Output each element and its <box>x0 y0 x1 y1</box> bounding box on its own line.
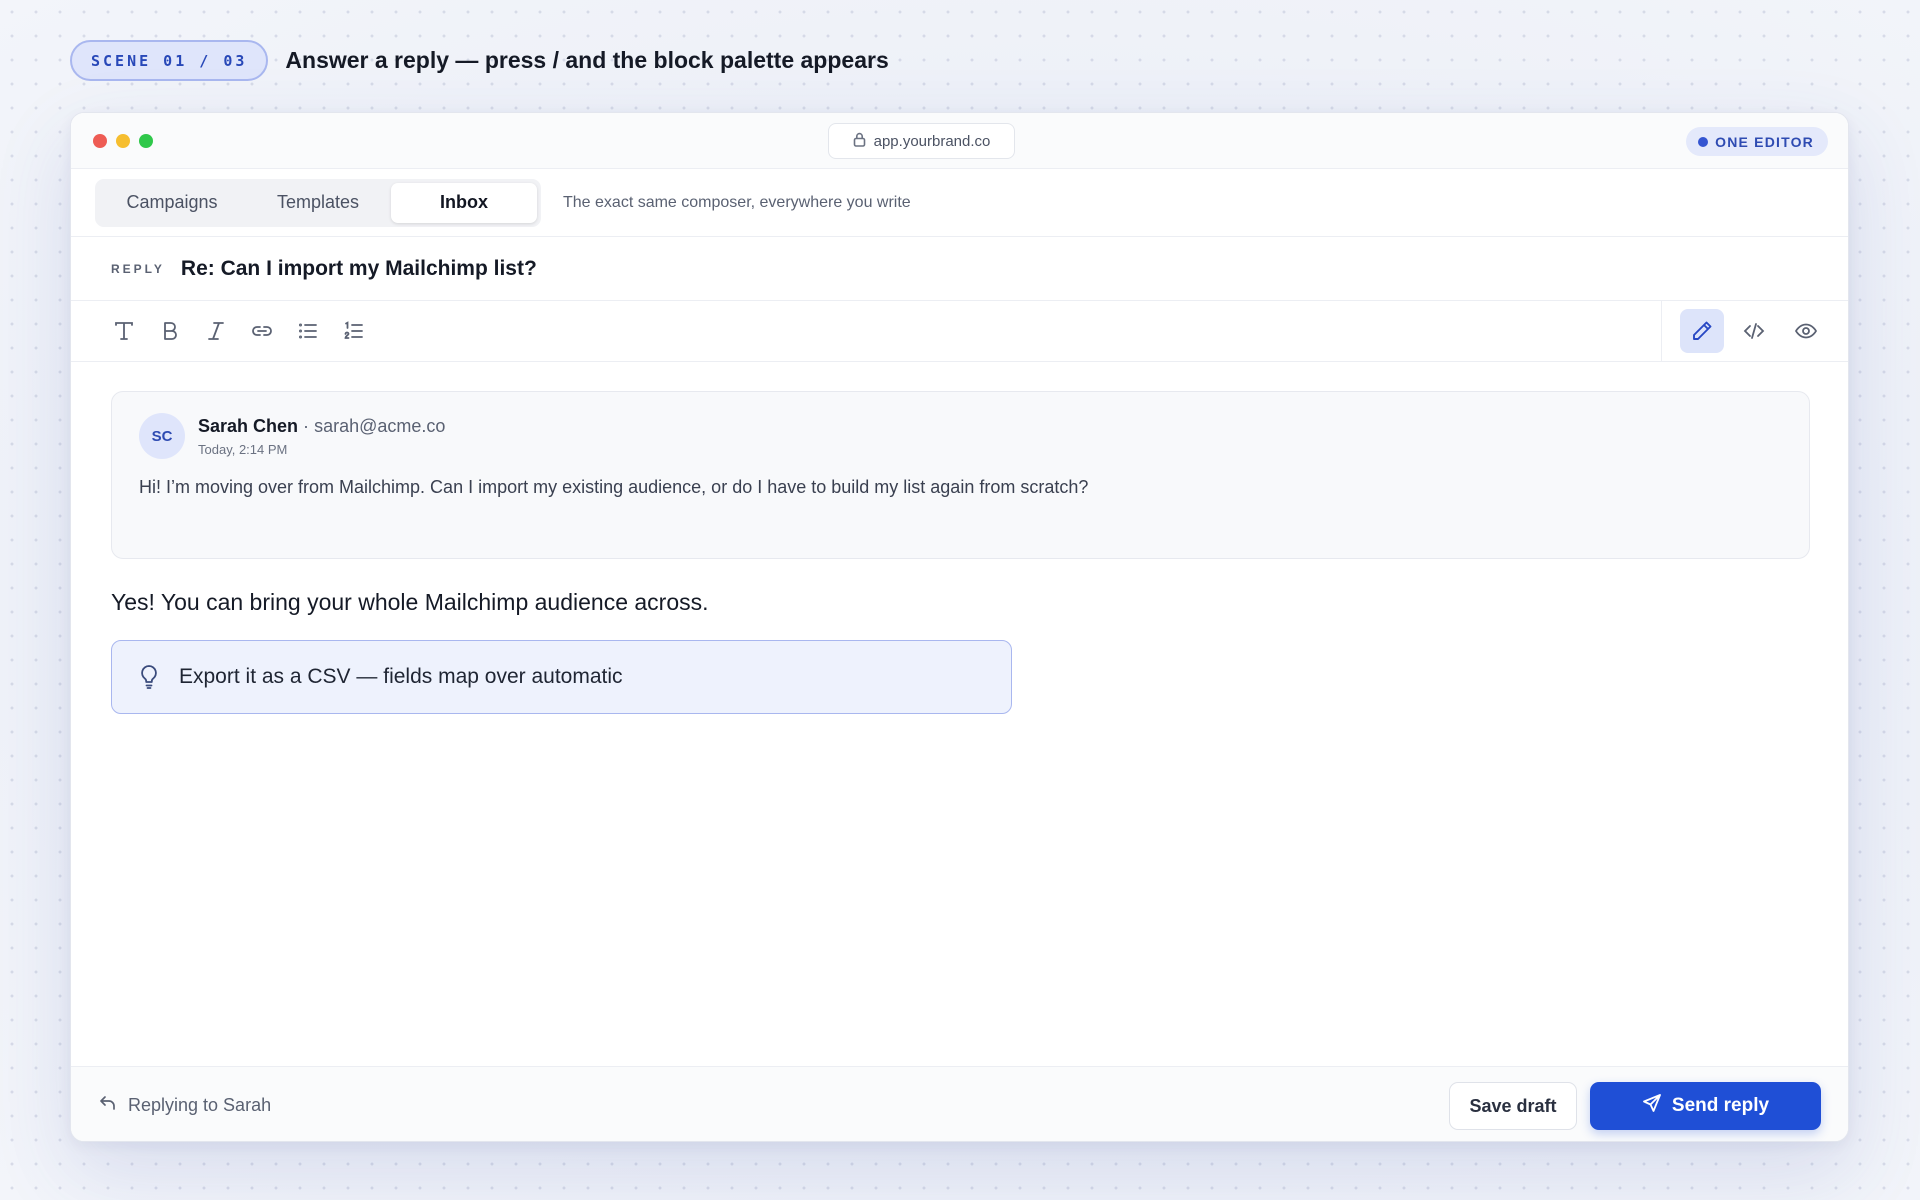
subject-line[interactable]: Re: Can I import my Mailchimp list? <box>181 257 537 281</box>
format-tools <box>108 315 370 347</box>
close-window-button[interactable] <box>93 134 107 148</box>
text-icon[interactable] <box>108 315 140 347</box>
sender-name: Sarah Chen <box>198 416 299 436</box>
code-icon[interactable] <box>1732 309 1776 353</box>
send-reply-button[interactable]: Send reply <box>1590 1082 1821 1130</box>
message-timestamp: Today, 2:14 PM <box>198 442 288 457</box>
url-text: app.yourbrand.co <box>873 132 991 150</box>
one-editor-badge: ONE EDITOR <box>1686 127 1828 156</box>
numbered-list-icon[interactable] <box>338 315 370 347</box>
address-bar[interactable]: app.yourbrand.co <box>828 123 1015 159</box>
tab-inbox[interactable]: Inbox <box>391 182 537 223</box>
scene-title: Answer a reply — press / and the block p… <box>285 47 889 73</box>
link-icon[interactable] <box>246 315 278 347</box>
bold-icon[interactable] <box>154 315 186 347</box>
scene-header: SCENE 01 / 03 Answer a reply — press / a… <box>70 40 889 81</box>
reply-label: REPLY <box>111 261 165 276</box>
sender-line: Sarah Chen · sarah@acme.co <box>198 416 445 437</box>
maximize-window-button[interactable] <box>139 134 153 148</box>
editor-mode-switcher <box>1661 301 1848 361</box>
subject-row: REPLY Re: Can I import my Mailchimp list… <box>71 237 1848 301</box>
lock-icon <box>853 132 866 151</box>
replying-to-text: Replying to Sarah <box>128 1095 272 1115</box>
window-controls <box>93 134 153 148</box>
sender-email: sarah@acme.co <box>314 416 446 436</box>
lightbulb-icon <box>138 664 160 690</box>
tip-callout-block[interactable]: Export it as a CSV — fields map over aut… <box>111 640 1012 714</box>
tabs-caption: The exact same composer, everywhere you … <box>563 193 911 211</box>
send-label: Send reply <box>1671 1095 1770 1116</box>
callout-text: Export it as a CSV — fields map over aut… <box>179 665 623 688</box>
reply-paragraph[interactable]: Yes! You can bring your whole Mailchimp … <box>111 589 709 616</box>
reply-arrow-icon <box>99 1094 117 1117</box>
replying-indicator: Replying to Sarah <box>99 1094 271 1117</box>
app-window: app.yourbrand.co ONE EDITOR Campaigns Te… <box>70 112 1849 1142</box>
formatting-toolbar <box>71 301 1848 362</box>
tabs-row: Campaigns Templates Inbox The exact same… <box>71 169 1848 237</box>
tab-group: Campaigns Templates Inbox <box>95 178 541 227</box>
window-titlebar: app.yourbrand.co ONE EDITOR <box>71 113 1848 169</box>
eye-icon[interactable] <box>1784 309 1828 353</box>
badge-dot-icon <box>1698 136 1709 147</box>
tab-templates[interactable]: Templates <box>245 183 391 223</box>
send-icon <box>1642 1093 1662 1119</box>
message-body: Hi! I’m moving over from Mailchimp. Can … <box>139 477 1089 497</box>
save-draft-button[interactable]: Save draft <box>1449 1082 1577 1130</box>
minimize-window-button[interactable] <box>116 134 130 148</box>
bullet-list-icon[interactable] <box>292 315 324 347</box>
avatar: SC <box>139 413 185 459</box>
quoted-message: SC Sarah Chen · sarah@acme.co Today, 2:1… <box>111 391 1810 559</box>
composer-footer: Replying to Sarah Save draft Send reply <box>71 1066 1848 1141</box>
sender-separator: · <box>303 416 310 436</box>
badge-label: ONE EDITOR <box>1715 133 1814 150</box>
italic-icon[interactable] <box>200 315 232 347</box>
tab-campaigns[interactable]: Campaigns <box>99 183 245 223</box>
scene-counter: SCENE 01 / 03 <box>70 40 269 81</box>
pencil-icon[interactable] <box>1680 309 1724 353</box>
